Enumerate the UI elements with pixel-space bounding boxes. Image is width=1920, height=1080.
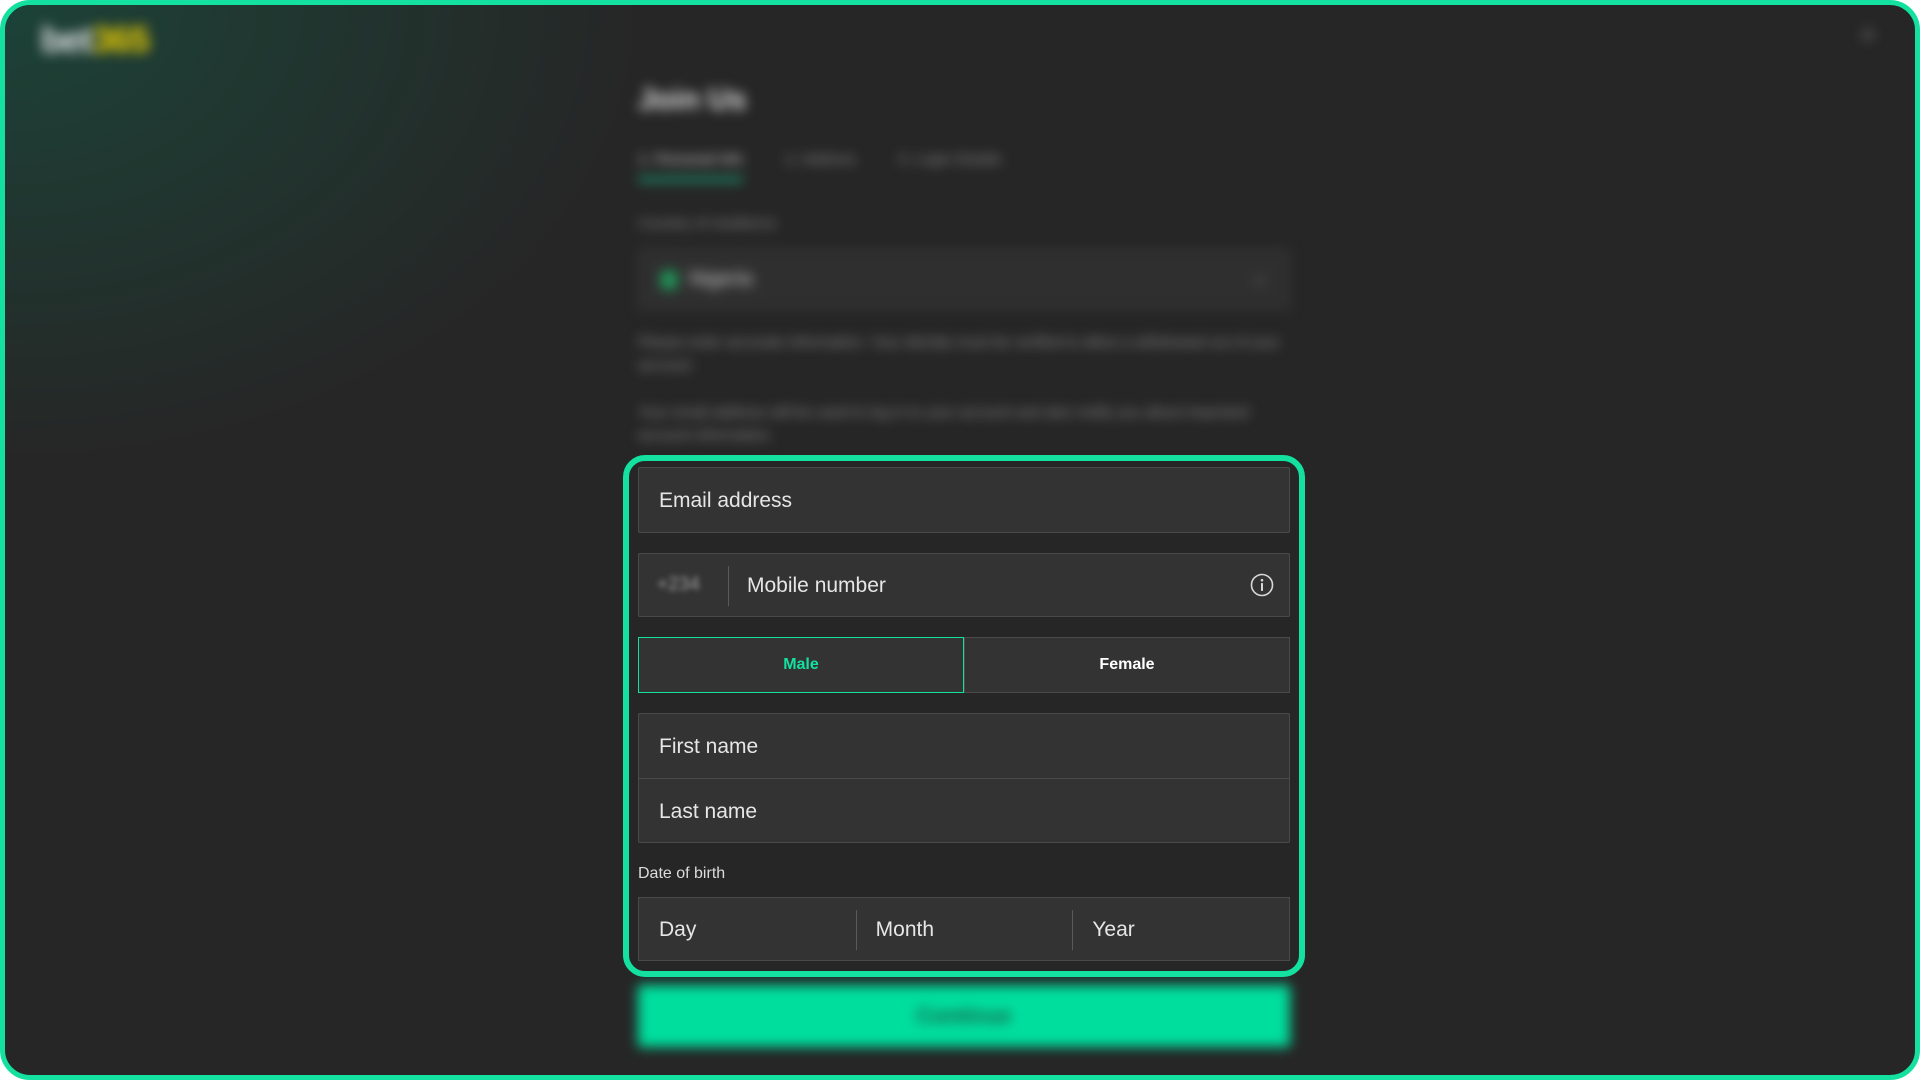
last-name-placeholder: Last name <box>659 800 758 823</box>
first-name-field[interactable]: First name <box>638 713 1290 779</box>
brand-logo-text-a: bet <box>41 19 93 60</box>
email-field[interactable]: Email address <box>638 467 1290 533</box>
chevron-down-icon: ⌄ <box>1251 267 1267 287</box>
gender-male-button[interactable]: Male <box>638 637 964 693</box>
dob-month-placeholder: Month <box>875 918 935 941</box>
close-icon[interactable]: ✕ <box>1859 26 1877 46</box>
flag-icon <box>661 271 677 289</box>
continue-button[interactable]: Continue <box>638 985 1290 1047</box>
first-name-placeholder: First name <box>659 735 759 758</box>
name-divider <box>638 778 1290 779</box>
info-icon[interactable] <box>1250 573 1274 597</box>
info-paragraph-verification: Please enter accurate information. Your … <box>638 334 1281 374</box>
screen-frame: bet365 ✕ Join Us 1. Personal Info 2. Add… <box>0 0 1920 1080</box>
background-glow <box>5 5 705 505</box>
dial-code-divider <box>728 566 729 606</box>
dob-day-placeholder: Day <box>659 918 697 941</box>
dob-year-placeholder: Year <box>1092 918 1135 941</box>
brand-logo[interactable]: bet365 <box>41 19 150 61</box>
gender-toggle: Male Female <box>638 637 1290 693</box>
dob-day-field[interactable]: Day <box>639 898 856 960</box>
step-address[interactable]: 2. Address <box>785 151 856 181</box>
dob-month-field[interactable]: Month <box>855 898 1073 960</box>
step-personal-info[interactable]: 1. Personal Info <box>638 151 744 181</box>
brand-logo-text-b: 365 <box>92 19 150 60</box>
dob-label: Date of birth <box>638 865 726 882</box>
mobile-placeholder: Mobile number <box>747 574 886 597</box>
mobile-field[interactable]: +234 Mobile number <box>638 553 1290 617</box>
page-title: Join Us <box>638 83 747 116</box>
step-login-details[interactable]: 3. Login Details <box>898 151 1001 181</box>
country-select[interactable]: Nigeria ⌄ <box>638 248 1290 310</box>
gender-female-button[interactable]: Female <box>964 637 1290 693</box>
dial-code[interactable]: +234 <box>657 574 700 596</box>
country-label: Country of residence <box>638 215 777 232</box>
dob-group: Day Month Year <box>638 897 1290 961</box>
last-name-field[interactable]: Last name <box>638 778 1290 843</box>
country-value: Nigeria <box>689 268 753 290</box>
email-placeholder: Email address <box>659 489 793 512</box>
info-paragraph-email: Your email address will be used to log i… <box>638 404 1250 444</box>
registration-steps: 1. Personal Info 2. Address 3. Login Det… <box>638 151 1001 181</box>
dob-year-field[interactable]: Year <box>1072 898 1289 960</box>
